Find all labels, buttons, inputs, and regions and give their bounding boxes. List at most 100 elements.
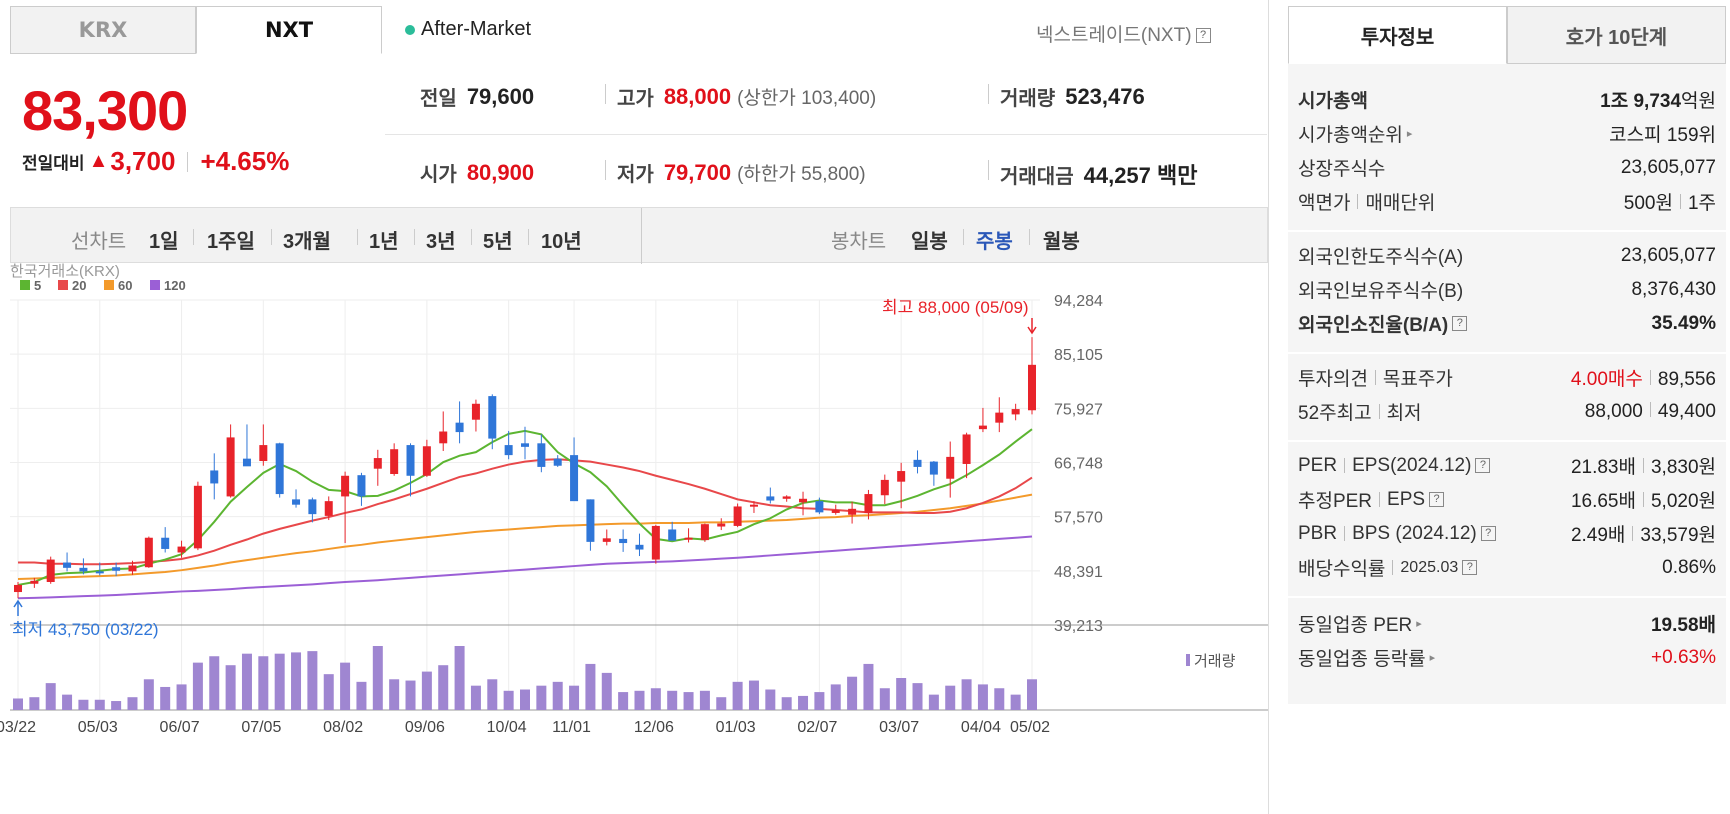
ma20-line [18,458,1033,566]
price-chart[interactable]: 한국거래소(KRX)5 20 60 120 94,284 85,105 75,927 66,7… [0,263,1268,814]
candle-body [422,446,431,476]
x-tick-label: 10/04 [487,719,527,736]
help-icon[interactable]: ? [1429,492,1445,507]
period-10y[interactable]: 10년 [541,225,582,254]
volume-bar [307,651,318,710]
row-52week: 52주최고 최저 88,000 49,400 [1298,400,1716,425]
y-tick-label: 75,927 [1054,401,1103,418]
help-icon[interactable]: ? [1480,526,1496,541]
volume-bar [323,674,334,710]
x-tick-label: 08/02 [323,719,363,736]
volume-bar [945,685,956,710]
legend-label: 120 [164,278,186,293]
period-1d[interactable]: 1일 [149,225,179,254]
volume-bar [470,685,481,710]
legend-swatch [20,280,30,290]
tab-krx[interactable]: KRX [10,6,196,54]
candle-monthly[interactable]: 월봉 [1043,225,1080,254]
tab-nxt[interactable]: NXT [196,6,382,54]
caret-right-icon[interactable]: ▸ [1430,651,1436,664]
x-tick-label: 05/03 [78,719,118,736]
candle-body [488,396,497,439]
help-icon[interactable]: ? [1452,316,1468,331]
candle-body [749,504,758,507]
info-tabs: 투자정보 호가 10단계 [1288,6,1726,64]
candle-body [880,479,889,496]
volume-bar [601,672,612,710]
period-3y[interactable]: 3년 [426,225,456,254]
candle-body [848,508,857,515]
candle-body [504,445,513,456]
candle-body [717,523,726,527]
market-tabs: KRX NXT [10,6,383,54]
volume-legend-swatch [1186,654,1190,666]
volume-bar [421,671,432,710]
candle-body [292,499,301,505]
row-est-per: 추정PER EPS? 16.65배 5,020원 [1298,488,1716,513]
change-percent: +4.65% [200,146,290,176]
volume-bar [192,662,203,710]
period-3m[interactable]: 3개월 [283,225,331,254]
candle-body [226,437,235,497]
ma120-line [17,535,1033,600]
help-icon[interactable]: ? [1475,458,1491,473]
up-arrow-icon: ▲ [88,150,109,172]
volume-bar [732,681,743,710]
candle-body [390,449,399,474]
volume-bar [520,689,530,710]
volume-bar [94,699,105,710]
row-sector-change: 동일업종 등락률 ▸ +0.63% [1298,646,1716,671]
candle-body [161,537,170,549]
current-price: 83,300 [22,79,188,142]
legend-label: 60 [118,278,132,293]
ma60-line [17,493,1033,581]
volume-bar [241,653,252,710]
volume-bar [209,656,220,710]
volume-legend-label: 거래량 [1194,653,1236,670]
candle-body [700,524,709,541]
period-1w[interactable]: 1주일 [207,225,255,254]
volume-bar [356,681,367,710]
caret-right-icon[interactable]: ▸ [1407,127,1413,140]
candle-body [324,501,333,516]
help-icon[interactable]: ? [1462,560,1478,575]
volume-bar [487,679,498,710]
candle-body [929,461,938,475]
candle-weekly[interactable]: 주봉 [976,225,1013,254]
volume-bar [879,688,890,710]
candle-body [619,538,628,544]
x-tick-label: 02/07 [797,719,837,736]
mcap-label: 시가총액 [1298,91,1368,112]
tab-investment-info[interactable]: 투자정보 [1288,6,1507,64]
tab-order-book[interactable]: 호가 10단계 [1507,6,1726,64]
row-par-unit: 액면가 매매단위 500원 1주 [1298,193,1716,214]
volume-bar [454,646,465,710]
volume-bar [340,662,351,710]
row-market-cap: 시가총액 1조 9,734억원 [1298,86,1716,113]
volume-bar [585,663,596,710]
volume-bar [961,679,972,710]
row-market-cap-rank: 시가총액순위 ▸ 코스피 159위 [1298,125,1716,146]
candle-body [439,431,448,444]
candle-body [864,494,873,513]
period-1y[interactable]: 1년 [369,225,399,254]
low-annotation: 최저 43,750 (03/22) [12,620,159,639]
candle-body [275,443,284,495]
volume-bar [13,698,23,710]
candle-body [455,422,464,433]
volume-bar [781,697,792,710]
volume-bar [994,688,1005,710]
legend-label: 5 [34,278,41,293]
candle-body [14,584,22,593]
volume-bar [699,690,710,710]
caret-right-icon[interactable]: ▸ [1416,617,1422,630]
candle-body [79,567,88,572]
help-icon[interactable]: ? [1195,28,1211,44]
candle-daily[interactable]: 일봉 [911,225,948,254]
period-5y[interactable]: 5년 [483,225,513,254]
after-market-status: After-Market [405,18,531,41]
candle-body [815,501,824,513]
price-change: 전일대비 ▲ 3,700 +4.65% [22,146,289,177]
y-tick-label: 94,284 [1054,293,1103,310]
candle-body [668,529,677,541]
